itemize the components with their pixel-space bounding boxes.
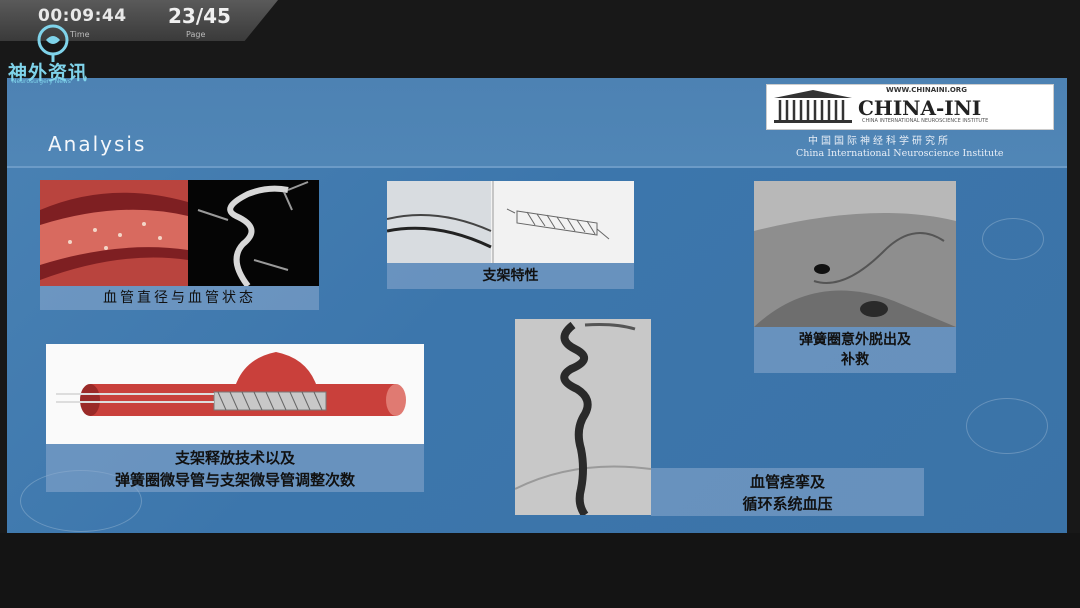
vasospasm-angiogram-image [515,319,651,515]
stent-image [387,181,634,263]
institute-name-cn: 中国国际神经科学研究所 [808,136,951,147]
page-label: Page [186,30,206,39]
header-divider [7,166,1067,168]
institute-url: WWW.CHINAINI.ORG [886,86,967,94]
letterbox-bottom [0,533,1080,608]
institute-name: CHINA-INI [858,96,982,120]
decor-ring [966,398,1048,454]
decor-ring [982,218,1044,260]
angiogram-image [188,180,319,286]
brand-subtitle: Neurosurgery News [12,78,71,85]
caption-spasm: 血管痉挛及 循环系统血压 [651,468,924,516]
coil-xray-image [754,181,956,327]
institute-name-en: China International Neuroscience Institu… [796,148,1004,159]
caption-release: 支架释放技术以及 弹簧圈微导管与支架微导管调整次数 [46,444,424,492]
page-counter: 23/45 [168,4,231,28]
caption-vessel: 血管直径与血管状态 [40,286,319,310]
caption-coil: 弹簧圈意外脱出及 补救 [754,327,956,373]
caption-stent: 支架特性 [387,263,634,289]
vessel-illustration-image [40,180,188,286]
institute-tagline: CHINA INTERNATIONAL NEUROSCIENCE INSTITU… [862,118,989,124]
temple-icon [774,90,852,123]
stent-release-image [46,344,424,444]
slide-title: Analysis [48,132,147,156]
